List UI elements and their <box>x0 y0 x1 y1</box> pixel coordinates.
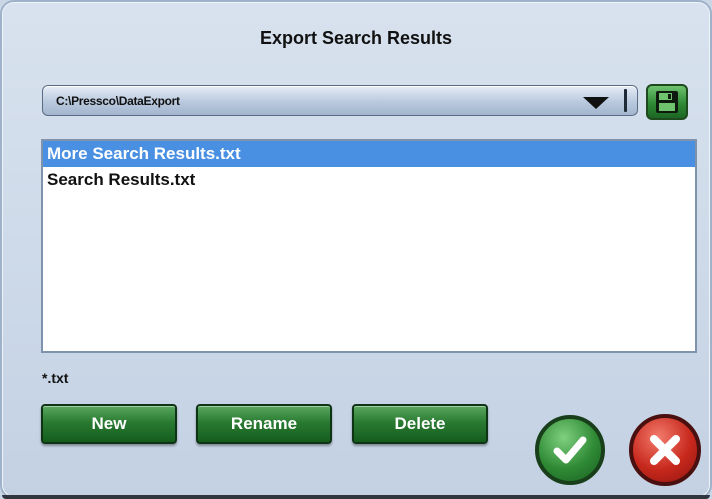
file-list[interactable]: More Search Results.txt Search Results.t… <box>41 139 697 353</box>
path-value: C:\Pressco\DataExport <box>56 94 180 108</box>
ok-button[interactable] <box>535 415 605 485</box>
export-dialog: Export Search Results C:\Pressco\DataExp… <box>0 0 712 499</box>
dialog-title: Export Search Results <box>259 28 453 48</box>
delete-button[interactable]: Delete <box>352 404 488 444</box>
x-close-icon <box>650 435 680 465</box>
triangle-down-icon[interactable] <box>583 97 609 109</box>
path-dropdown[interactable]: C:\Pressco\DataExport <box>42 85 638 116</box>
checkmark-icon <box>553 436 587 464</box>
cancel-button[interactable] <box>629 414 701 486</box>
floppy-disk-icon <box>656 91 678 113</box>
new-button[interactable]: New <box>41 404 177 444</box>
dropdown-divider <box>624 89 627 112</box>
list-item[interactable]: More Search Results.txt <box>43 141 695 167</box>
rename-button[interactable]: Rename <box>196 404 332 444</box>
save-button[interactable] <box>646 84 688 120</box>
list-item[interactable]: Search Results.txt <box>43 167 695 193</box>
file-filter-label: *.txt <box>42 370 69 386</box>
